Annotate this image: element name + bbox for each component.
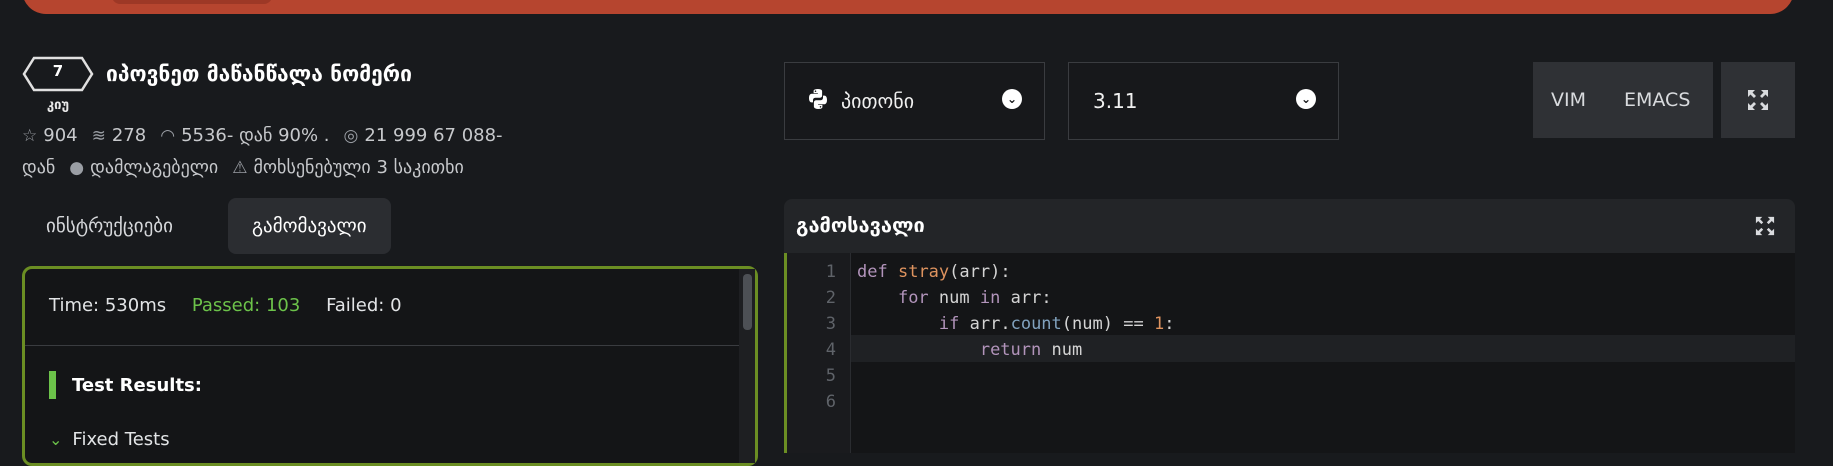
line-number: 1 <box>825 262 836 282</box>
tab-instructions[interactable]: ინსტრუქციები <box>22 198 197 254</box>
kata-stats: ☆ 904 ≋ 278 ◠ 5536- დან 90% . ◎ 21 999 67 08… <box>22 120 602 184</box>
top-banner <box>22 0 1794 14</box>
stars-stat[interactable]: ☆ 904 <box>22 120 78 152</box>
line-number: 3 <box>825 314 836 334</box>
editor-mode-group: VIM EMACS <box>1533 62 1713 138</box>
satisfaction-stat: ◠ 5536- დან 90% . <box>160 120 329 152</box>
language-label: პითონი <box>841 89 915 113</box>
code-line[interactable]: if arr.count(num) == 1: <box>857 314 1175 334</box>
completions-suffix: დან <box>22 157 56 178</box>
line-number: 6 <box>825 392 836 412</box>
vim-button[interactable]: VIM <box>1551 89 1586 111</box>
rank-label: კიუ <box>46 98 70 113</box>
rank-badge: 7 კიუ <box>22 56 94 113</box>
target-icon: ◎ <box>343 126 359 146</box>
code-editor[interactable]: 1 2 3 4 5 6 def stray(arr): for num in a… <box>784 253 1795 453</box>
gauge-icon: ◠ <box>160 126 176 146</box>
issues-stat[interactable]: ⚠ მოხსენებული 3 საკითხი <box>232 152 464 184</box>
layers-icon: ≋ <box>91 126 106 146</box>
stars-count: 904 <box>43 125 78 146</box>
language-select[interactable]: პითონი ⌄ <box>784 62 1045 140</box>
line-number: 2 <box>825 288 836 308</box>
satisfaction-value: 5536- დან 90% . <box>181 125 330 146</box>
fullscreen-button[interactable] <box>1721 62 1795 138</box>
test-results-panel: Time: 530ms Passed: 103 Failed: 0 Test R… <box>22 266 758 466</box>
time-label: Time: 530ms <box>49 295 167 316</box>
python-icon <box>809 89 827 109</box>
passed-label: Passed: 103 <box>191 295 301 316</box>
failed-label: Failed: 0 <box>326 295 402 316</box>
test-summary: Time: 530ms Passed: 103 Failed: 0 <box>49 295 422 316</box>
code-line[interactable]: for num in arr: <box>857 288 1052 308</box>
kata-title[interactable]: იპოვნეთ მაწანწალა ნომერი <box>106 62 412 86</box>
scrollbar-thumb[interactable] <box>743 274 752 330</box>
emacs-button[interactable]: EMACS <box>1624 89 1690 111</box>
collections-stat[interactable]: ≋ 278 <box>92 120 147 152</box>
completions-value: 21 999 67 088- <box>364 125 503 146</box>
rank-number: 7 <box>52 62 64 80</box>
tab-output[interactable]: გამომავალი <box>228 198 391 254</box>
line-number: 4 <box>825 340 836 360</box>
author-stat[interactable]: ● დამლაგებელი <box>69 152 218 184</box>
test-results-label: Test Results: <box>72 374 202 396</box>
test-results-heading: Test Results: <box>49 371 202 399</box>
issues-label: მოხსენებული 3 საკითხი <box>253 157 464 178</box>
completions-stat: ◎ 21 999 67 088- <box>344 120 503 152</box>
author-name: დამლაგებელი <box>90 157 219 178</box>
line-gutter: 1 2 3 4 5 6 <box>787 253 851 453</box>
solution-header: გამოსავალი <box>784 199 1795 253</box>
status-bar <box>49 371 56 399</box>
version-select[interactable]: 3.11 ⌄ <box>1068 62 1339 140</box>
code-line[interactable]: return num <box>857 340 1082 360</box>
results-scrollbar[interactable] <box>739 269 755 463</box>
user-icon: ● <box>69 158 85 178</box>
code-line[interactable]: def stray(arr): <box>857 262 1011 282</box>
expand-icon <box>1748 90 1768 110</box>
divider <box>25 345 742 346</box>
banner-chip <box>112 0 272 4</box>
chevron-down-icon: ⌄ <box>49 430 63 449</box>
chevron-down-icon: ⌄ <box>1296 89 1316 109</box>
version-label: 3.11 <box>1093 89 1138 113</box>
star-icon: ☆ <box>22 126 38 146</box>
expand-icon[interactable] <box>1755 216 1775 236</box>
warning-icon: ⚠ <box>232 158 248 178</box>
collections-count: 278 <box>111 125 147 146</box>
line-number: 5 <box>825 366 836 386</box>
chevron-down-icon: ⌄ <box>1002 89 1022 109</box>
solution-title: გამოსავალი <box>796 213 925 237</box>
